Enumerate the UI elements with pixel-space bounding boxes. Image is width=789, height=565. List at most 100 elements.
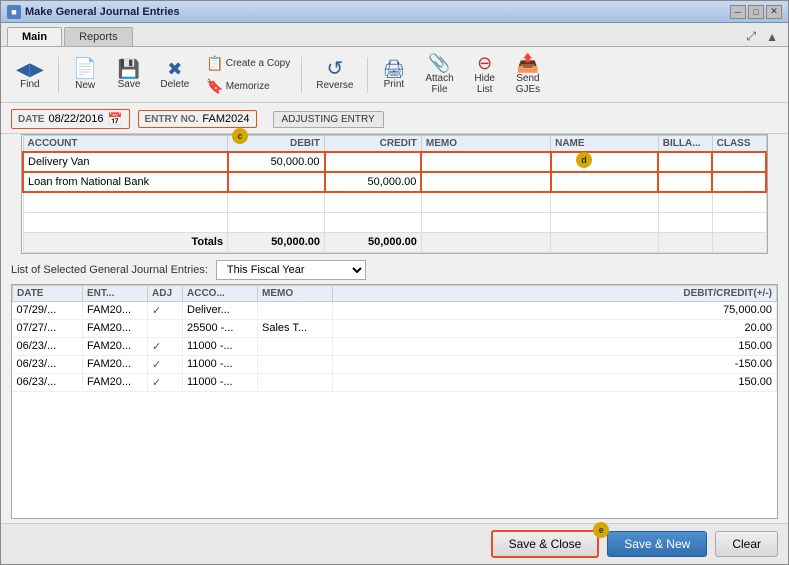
row1-billa[interactable]: [658, 152, 712, 172]
save-icon: 💾: [118, 60, 140, 78]
create-copy-button[interactable]: 📋 Create a Copy: [200, 53, 296, 74]
list-row3-amount: 150.00: [333, 337, 777, 355]
delete-button[interactable]: ✖ Delete: [151, 57, 198, 93]
new-button[interactable]: 📄 New: [64, 56, 107, 94]
entry-no-value[interactable]: FAM2024: [202, 113, 249, 125]
row3-billa[interactable]: [658, 192, 712, 212]
row1-debit[interactable]: 50,000.00: [228, 152, 325, 172]
list-row1-adj: ✓: [148, 301, 183, 319]
row3-account[interactable]: [23, 192, 228, 212]
col-billa: BILLA...: [658, 136, 712, 153]
list-row4-amount: -150.00: [333, 355, 777, 373]
date-value[interactable]: 08/22/2016: [48, 113, 103, 125]
calendar-icon[interactable]: 📅: [108, 112, 123, 126]
attach-label: AttachFile: [425, 73, 453, 95]
date-field-group: DATE 08/22/2016 📅: [11, 109, 130, 129]
sep3: [367, 57, 368, 93]
row2-debit[interactable]: [228, 172, 325, 192]
list-label: List of Selected General Journal Entries…: [11, 264, 208, 276]
list-row-4[interactable]: 06/23/... FAM20... ✓ 11000 -... -150.00: [13, 355, 777, 373]
row3-debit[interactable]: [228, 192, 325, 212]
save-new-button[interactable]: Save & New: [607, 531, 707, 557]
totals-billa: [658, 232, 712, 252]
send-gjes-button[interactable]: 📤 SendGJEs: [507, 51, 549, 98]
filter-dropdown[interactable]: This Fiscal Year Last Fiscal Year All: [216, 260, 366, 280]
list-row4-memo: [258, 355, 333, 373]
print-icon: 🖨: [382, 60, 405, 78]
list-table: DATE ENT... ADJ ACCO... MEMO DEBIT/CREDI…: [12, 285, 777, 392]
clear-button[interactable]: Clear: [715, 531, 778, 557]
attach-file-button[interactable]: 📎 AttachFile: [416, 51, 462, 98]
list-row2-amount: 20.00: [333, 319, 777, 337]
row1-account[interactable]: Delivery Van: [23, 152, 228, 172]
hide-list-button[interactable]: ⊖ HideList: [465, 51, 505, 98]
row2-memo[interactable]: [421, 172, 550, 192]
row2-account[interactable]: Loan from National Bank: [23, 172, 228, 192]
row4-account[interactable]: [23, 212, 228, 232]
list-row5-amount: 150.00: [333, 373, 777, 391]
row3-name[interactable]: [551, 192, 659, 212]
row2-credit[interactable]: 50,000.00: [325, 172, 422, 192]
close-button[interactable]: ✕: [766, 5, 782, 19]
create-copy-icon: 📋: [206, 55, 223, 72]
journal-row-1: Delivery Van 50,000.00: [23, 152, 766, 172]
list-row2-date: 07/27/...: [13, 319, 83, 337]
save-label: Save: [118, 79, 141, 90]
row1-credit[interactable]: [325, 152, 422, 172]
save-button[interactable]: 💾 Save: [109, 57, 150, 93]
row1-memo[interactable]: [421, 152, 550, 172]
find-button[interactable]: ◀▶ Find: [7, 57, 53, 93]
row4-class[interactable]: [712, 212, 766, 232]
print-button[interactable]: 🖨 Print: [373, 57, 414, 93]
find-icon: ◀▶: [16, 60, 44, 78]
row4-billa[interactable]: [658, 212, 712, 232]
list-row2-acco: 25500 -...: [183, 319, 258, 337]
row3-class[interactable]: [712, 192, 766, 212]
sep1: [58, 57, 59, 93]
list-header: List of Selected General Journal Entries…: [11, 260, 778, 280]
journal-table: ACCOUNT DEBIT CREDIT MEMO NAME BILLA... …: [22, 135, 767, 253]
row3-memo[interactable]: [421, 192, 550, 212]
list-row3-memo: [258, 337, 333, 355]
row2-billa[interactable]: [658, 172, 712, 192]
minimize-button[interactable]: ─: [730, 5, 746, 19]
list-row4-adj: ✓: [148, 355, 183, 373]
memorize-icon: 🔖: [206, 78, 223, 95]
tab-main[interactable]: Main: [7, 27, 62, 46]
row4-debit[interactable]: [228, 212, 325, 232]
collapse-icon[interactable]: ▲: [762, 28, 782, 46]
delete-icon: ✖: [167, 60, 182, 78]
list-row-5[interactable]: 06/23/... FAM20... ✓ 11000 -... 150.00: [13, 373, 777, 391]
maximize-button[interactable]: □: [748, 5, 764, 19]
list-header-row: DATE ENT... ADJ ACCO... MEMO DEBIT/CREDI…: [13, 285, 777, 301]
row1-class[interactable]: [712, 152, 766, 172]
tab-reports[interactable]: Reports: [64, 27, 133, 46]
journal-row-4: [23, 212, 766, 232]
reverse-button[interactable]: ↺ Reverse: [307, 56, 362, 94]
row3-credit[interactable]: [325, 192, 422, 212]
list-row3-acco: 11000 -...: [183, 337, 258, 355]
row4-name[interactable]: [551, 212, 659, 232]
list-row-1[interactable]: 07/29/... FAM20... ✓ Deliver... 75,000.0…: [13, 301, 777, 319]
list-row-3[interactable]: 06/23/... FAM20... ✓ 11000 -... 150.00: [13, 337, 777, 355]
save-close-button[interactable]: Save & Close: [491, 530, 600, 558]
attach-icon: 📎: [428, 54, 450, 72]
main-window: ■ Make General Journal Entries ─ □ ✕ Mai…: [0, 0, 789, 565]
row2-name[interactable]: [551, 172, 659, 192]
memorize-button[interactable]: 🔖 Memorize: [200, 76, 296, 97]
list-row3-date: 06/23/...: [13, 337, 83, 355]
row2-class[interactable]: [712, 172, 766, 192]
col-class: CLASS: [712, 136, 766, 153]
delete-label: Delete: [160, 79, 189, 90]
col-credit: CREDIT: [325, 136, 422, 153]
list-row-2[interactable]: 07/27/... FAM20... 25500 -... Sales T...…: [13, 319, 777, 337]
adjusting-entry-button[interactable]: ADJUSTING ENTRY: [273, 111, 384, 128]
resize-icon[interactable]: ⤢: [743, 27, 761, 46]
row4-memo[interactable]: [421, 212, 550, 232]
list-row5-acco: 11000 -...: [183, 373, 258, 391]
list-row5-adj: ✓: [148, 373, 183, 391]
journal-header-row: ACCOUNT DEBIT CREDIT MEMO NAME BILLA... …: [23, 136, 766, 153]
row4-credit[interactable]: [325, 212, 422, 232]
row1-name[interactable]: [551, 152, 659, 172]
tab-bar: Main Reports ⤢ ▲: [1, 23, 788, 47]
